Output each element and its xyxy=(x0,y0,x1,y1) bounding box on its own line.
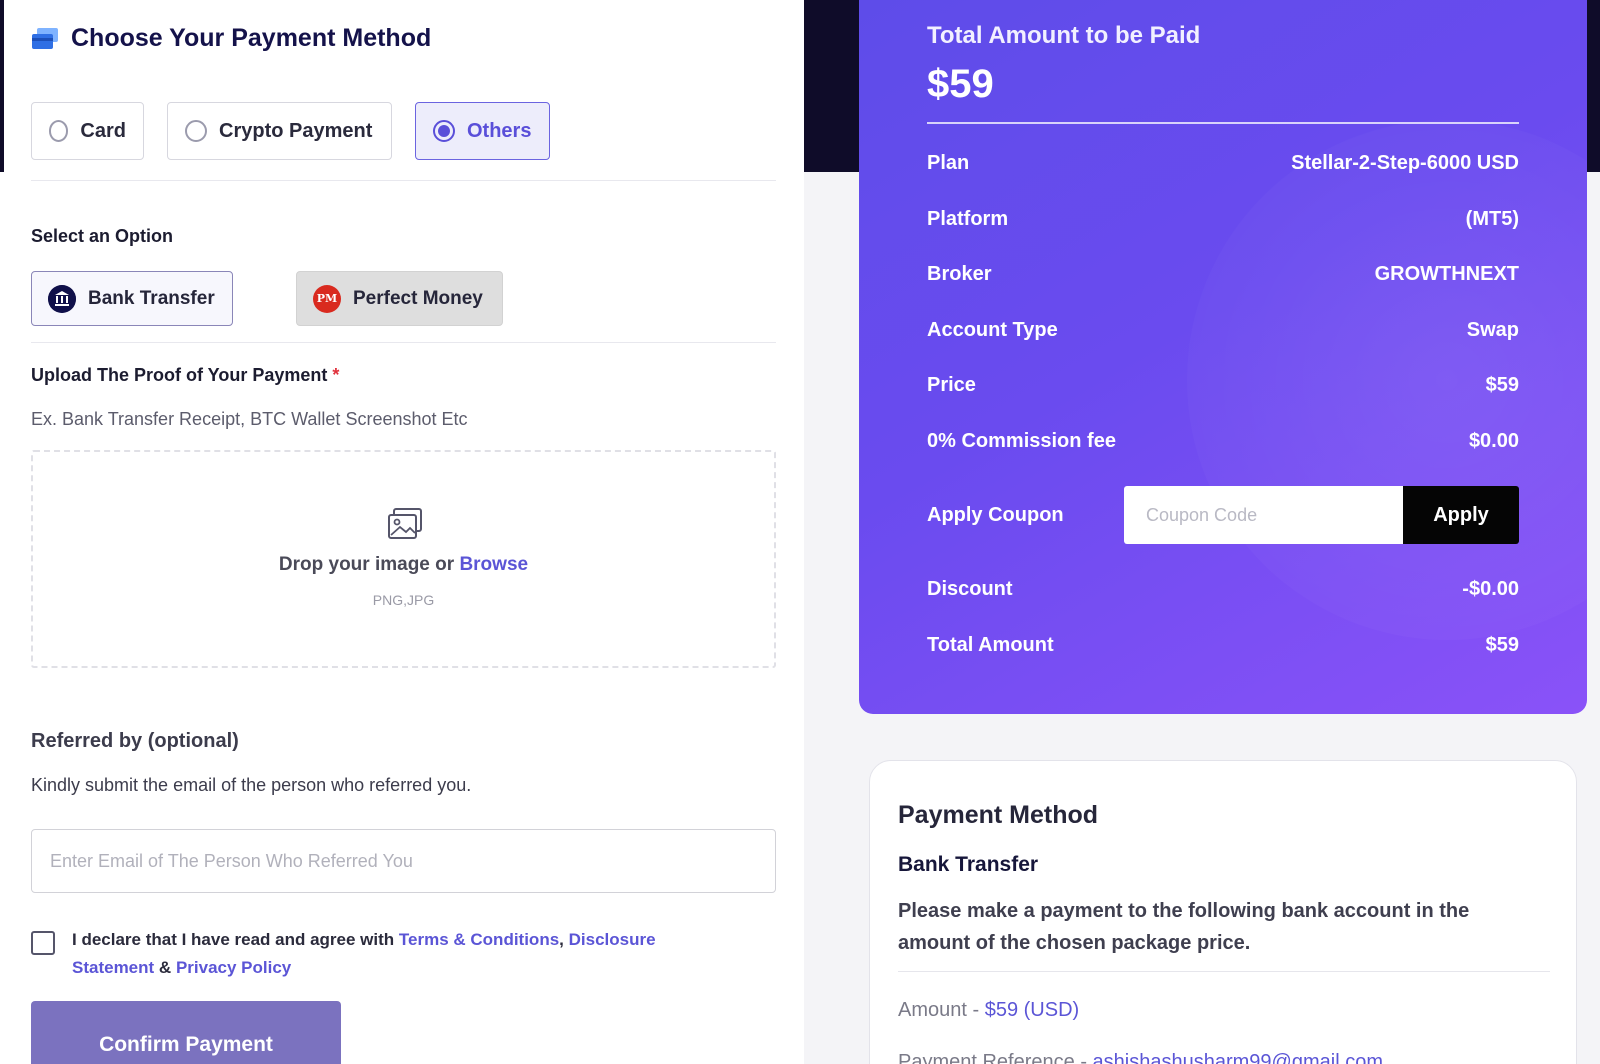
credit-card-icon xyxy=(32,27,58,49)
confirm-payment-button[interactable]: Confirm Payment xyxy=(31,1001,341,1064)
apply-coupon-button[interactable]: Apply xyxy=(1403,486,1519,544)
row-value: Stellar-2-Step-6000 USD xyxy=(1291,152,1519,174)
row-value: $59 xyxy=(1485,634,1519,656)
summary-row-discount: Discount -$0.00 xyxy=(927,578,1519,601)
referral-title: Referred by (optional) xyxy=(31,730,239,752)
row-label: 0% Commission fee xyxy=(927,430,1116,452)
agreement-comma: , xyxy=(559,930,564,949)
summary-row-commission: 0% Commission fee $0.00 xyxy=(927,430,1519,453)
accepted-formats: PNG,JPG xyxy=(372,592,435,608)
agreement-text: I declare that I have read and agree wit… xyxy=(72,926,712,982)
summary-row-account-type: Account Type Swap xyxy=(927,319,1519,342)
divider xyxy=(31,180,776,181)
row-value: GROWTHNEXT xyxy=(1374,263,1519,285)
reference-value: ashishashusharm99@gmail.com xyxy=(1092,1051,1383,1064)
method-others[interactable]: Others xyxy=(415,102,550,160)
agreement-checkbox[interactable] xyxy=(31,931,55,955)
amount-value: $59 (USD) xyxy=(984,999,1080,1021)
amount-label: Amount - xyxy=(898,999,980,1021)
method-crypto[interactable]: Crypto Payment xyxy=(167,102,392,160)
agreement-row: I declare that I have read and agree wit… xyxy=(31,926,712,982)
bank-icon xyxy=(48,284,76,313)
radio-others[interactable] xyxy=(433,120,455,142)
payment-title-row: Choose Your Payment Method xyxy=(31,24,431,53)
perfect-money-label: Perfect Money xyxy=(353,287,483,309)
reference-label: Payment Reference - xyxy=(898,1051,1087,1064)
method-crypto-label: Crypto Payment xyxy=(219,119,373,142)
summary-row-platform: Platform (MT5) xyxy=(927,208,1519,231)
divider xyxy=(31,342,776,343)
row-label: Plan xyxy=(927,152,970,174)
summary-row-total: Total Amount $59 xyxy=(927,634,1519,657)
row-value: (MT5) xyxy=(1465,208,1519,230)
bank-transfer-label: Bank Transfer xyxy=(88,287,215,309)
total-label: Total Amount to be Paid xyxy=(927,22,1201,49)
payment-method-subtitle: Bank Transfer xyxy=(898,853,1039,876)
terms-link[interactable]: Terms & Conditions xyxy=(399,930,559,949)
row-label: Account Type xyxy=(927,319,1058,341)
payment-method-description: Please make a payment to the following b… xyxy=(898,900,1470,954)
row-label: Price xyxy=(927,374,976,396)
agreement-amp: & xyxy=(158,958,172,977)
payment-form-panel: Choose Your Payment Method Card Crypto P… xyxy=(0,0,804,1064)
radio-card[interactable] xyxy=(49,120,69,142)
divider xyxy=(898,971,1550,972)
payment-method-tabs: Card Crypto Payment Others xyxy=(31,102,550,160)
coupon-code-input[interactable] xyxy=(1124,486,1403,544)
dropzone-text: Drop your image or Browse xyxy=(33,554,774,576)
perfect-money-button[interactable]: PM Perfect Money xyxy=(296,271,503,326)
method-card[interactable]: Card xyxy=(31,102,144,160)
radio-crypto[interactable] xyxy=(185,120,207,142)
row-label: Broker xyxy=(927,263,992,285)
payment-amount: Amount - $59 (USD) xyxy=(898,999,1079,1022)
total-value: $59 xyxy=(927,62,994,106)
drop-text: Drop your image or xyxy=(278,554,455,575)
upload-label: Upload The Proof of Your Payment * xyxy=(31,365,339,386)
summary-row-broker: Broker GROWTHNEXT xyxy=(927,263,1519,286)
method-others-label: Others xyxy=(467,119,532,142)
browse-link[interactable]: Browse xyxy=(459,554,528,575)
payment-method-card: Payment Method Bank Transfer Please make… xyxy=(869,760,1577,1064)
row-value: $59 xyxy=(1485,374,1519,396)
image-dropzone[interactable]: Drop your image or Browse PNG,JPG xyxy=(31,450,776,668)
order-summary-card: Total Amount to be Paid $59 Plan Stellar… xyxy=(859,0,1587,714)
upload-hint: Ex. Bank Transfer Receipt, BTC Wallet Sc… xyxy=(31,409,468,429)
referral-description: Kindly submit the email of the person wh… xyxy=(31,775,472,795)
payment-method-title: Payment Method xyxy=(898,801,1099,829)
required-mark: * xyxy=(332,365,340,385)
upload-label-text: Upload The Proof of Your Payment xyxy=(31,365,328,385)
summary-divider xyxy=(927,122,1519,124)
referral-email-input[interactable] xyxy=(31,829,776,893)
privacy-link[interactable]: Privacy Policy xyxy=(176,958,291,977)
payment-reference: Payment Reference - ashishashusharm99@gm… xyxy=(898,1051,1383,1064)
perfect-money-logo-icon: PM xyxy=(313,284,341,313)
coupon-row: Apply Coupon Apply xyxy=(927,486,1519,544)
coupon-label: Apply Coupon xyxy=(927,503,1064,526)
row-label: Platform xyxy=(927,208,1009,230)
summary-row-price: Price $59 xyxy=(927,374,1519,397)
row-value: -$0.00 xyxy=(1462,578,1519,600)
option-buttons: Bank Transfer PM Perfect Money xyxy=(31,271,503,326)
select-option-label: Select an Option xyxy=(31,226,174,246)
row-label: Discount xyxy=(927,578,1013,600)
summary-row-plan: Plan Stellar-2-Step-6000 USD xyxy=(927,152,1519,175)
row-value: Swap xyxy=(1466,319,1519,341)
bank-transfer-button[interactable]: Bank Transfer xyxy=(31,271,233,326)
row-label: Total Amount xyxy=(927,634,1054,656)
agreement-prefix: I declare that I have read and agree wit… xyxy=(72,930,395,949)
row-value: $0.00 xyxy=(1468,430,1519,452)
image-upload-icon xyxy=(388,508,422,539)
page-title: Choose Your Payment Method xyxy=(71,24,432,52)
method-card-label: Card xyxy=(80,119,126,142)
